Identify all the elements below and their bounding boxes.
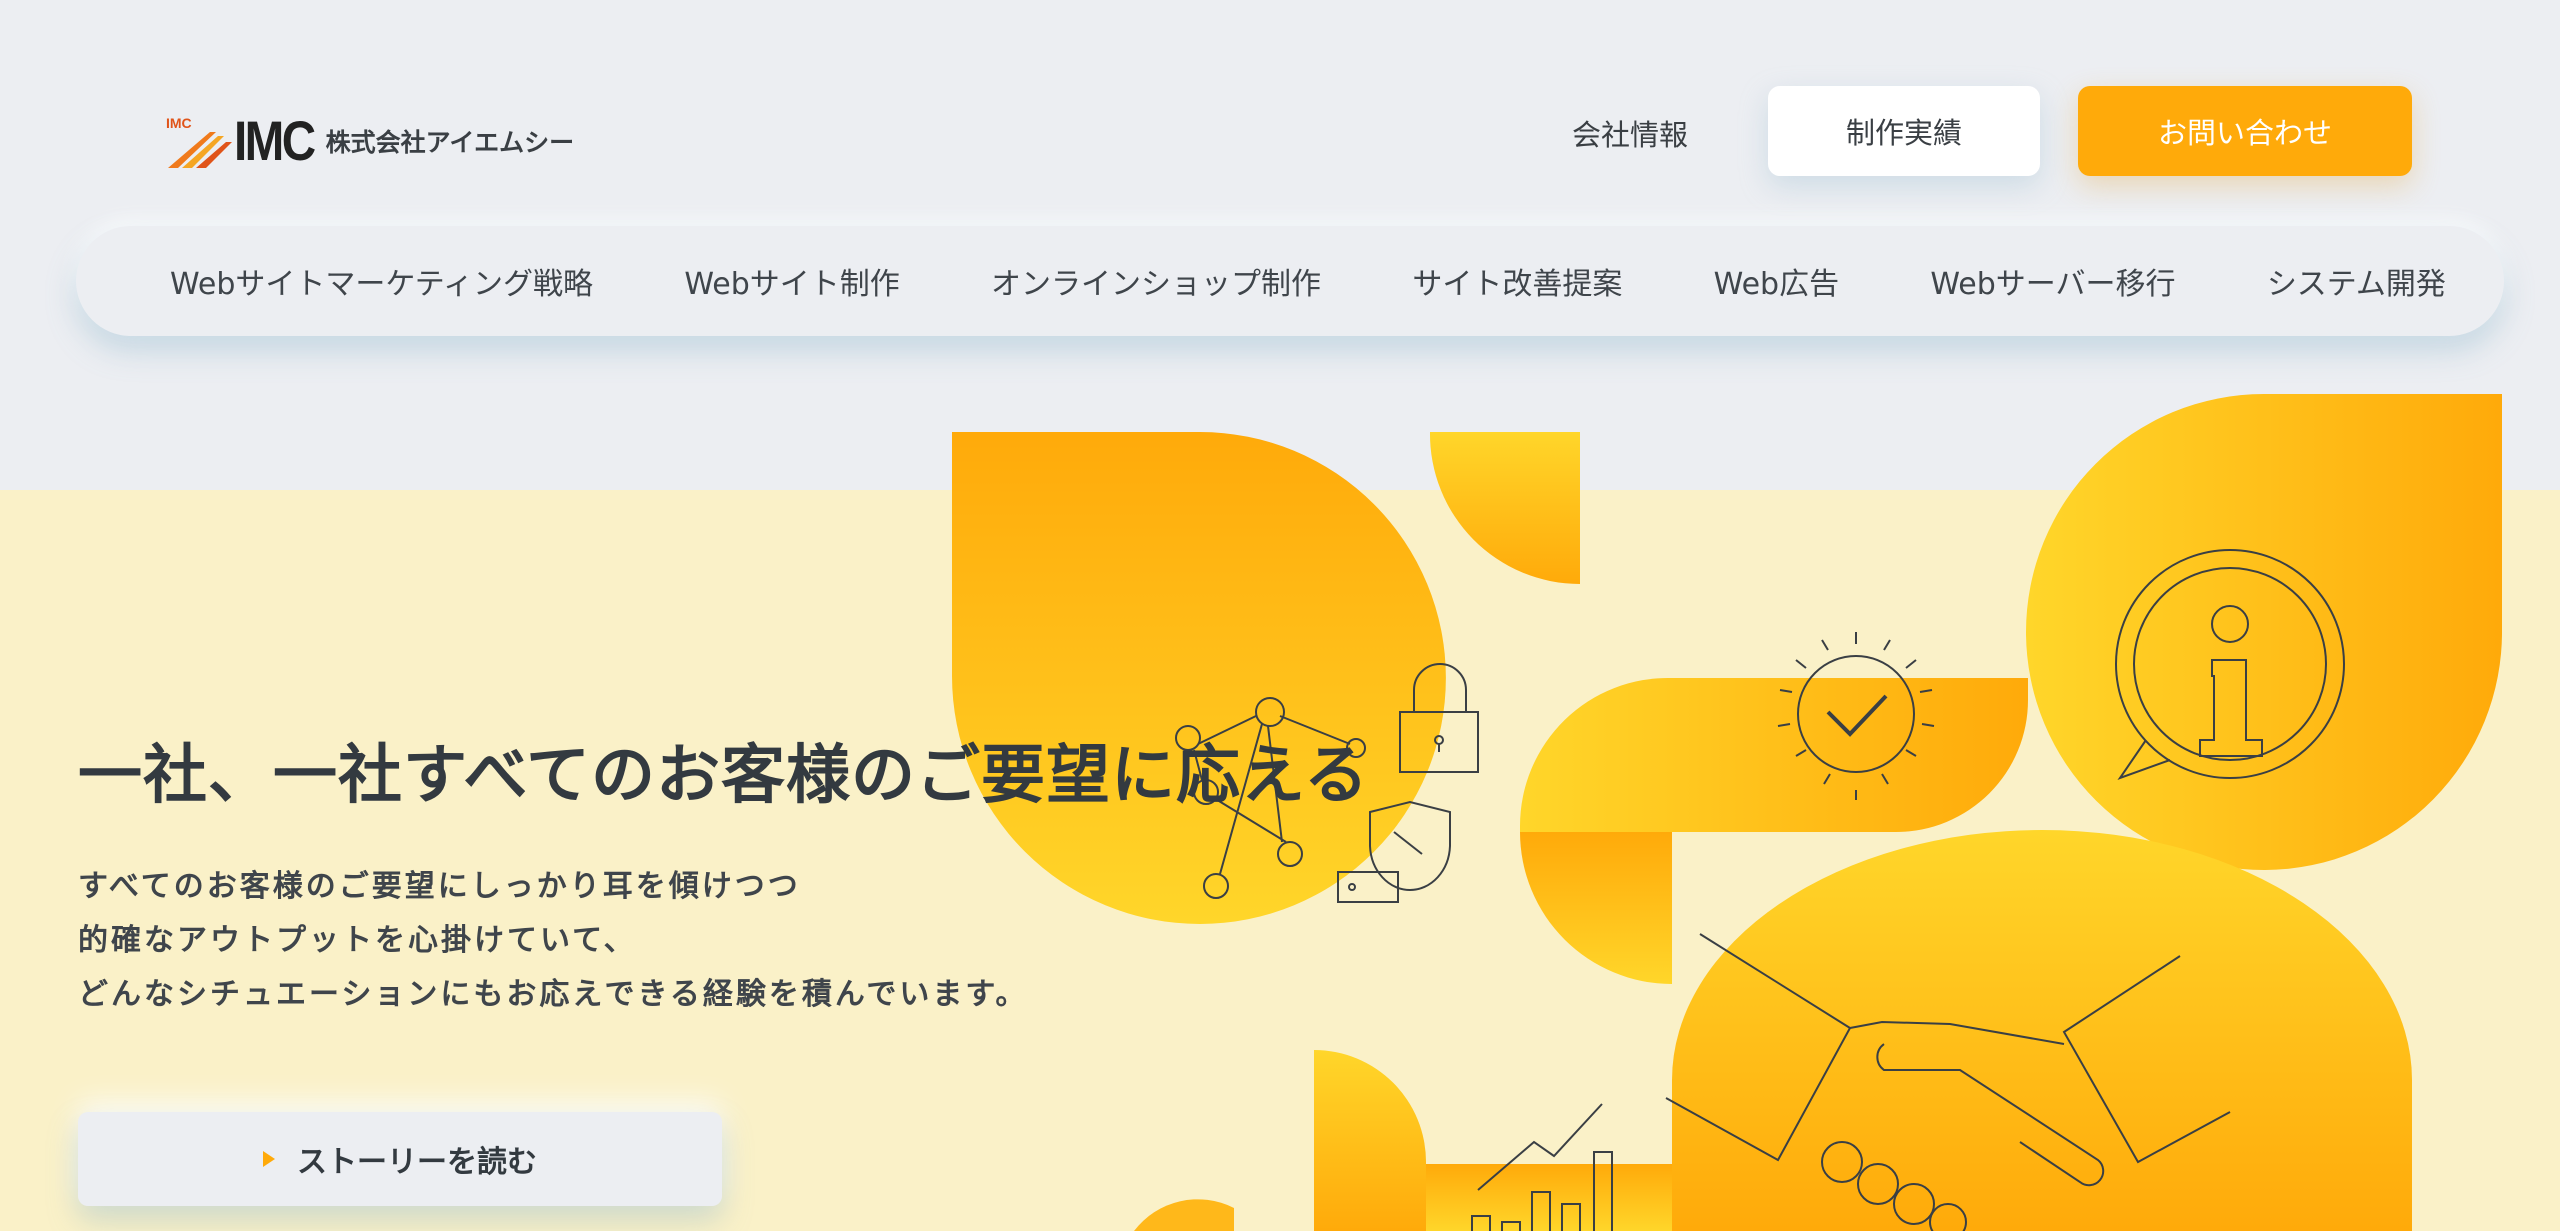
hero-lead: すべてのお客様のご要望にしっかり耳を傾けつつ 的確なアウトプットを心掛けていて、… [78, 860, 1028, 1022]
dome-shape [1672, 830, 2412, 1231]
nav-item-system-development[interactable]: システム開発 [2267, 259, 2446, 303]
service-nav: Webサイトマーケティング戦略 Webサイト制作 オンラインショップ制作 サイト… [76, 226, 2504, 336]
company-name: 株式会社アイエムシー [325, 127, 575, 157]
leaf-shape [952, 432, 1446, 924]
nav-item-site-improvement[interactable]: サイト改善提案 [1412, 259, 1622, 303]
nav-item-web-ads[interactable]: Web広告 [1714, 259, 1839, 303]
logo-mark-icon: IMC [166, 115, 232, 168]
read-story-button[interactable]: ストーリーを読む [78, 1112, 722, 1206]
hero-lead-line: 的確なアウトプットを心掛けていて、 [78, 923, 637, 958]
hero-lead-line: どんなシチュエーションにもお応えできる経験を積んでいます。 [78, 977, 1029, 1012]
hero-lead-line: すべてのお客様のご要望にしっかり耳を傾けつつ [78, 869, 801, 904]
nav-item-server-migration[interactable]: Webサーバー移行 [1930, 259, 2175, 303]
logo-badge: IMC [166, 115, 192, 131]
corner-shape [1134, 1199, 1234, 1231]
pill-shape [1520, 677, 2028, 832]
info-leaf-shape [2026, 394, 2503, 870]
company-info-link[interactable]: 会社情報 [1520, 106, 1740, 160]
nav-item-marketing[interactable]: Webサイトマーケティング戦略 [170, 259, 593, 303]
read-story-label: ストーリーを読む [297, 1145, 537, 1180]
nav-item-online-shop[interactable]: オンラインショップ制作 [991, 259, 1321, 303]
hero-title: 一社、一社すべてのお客様のご要望に応える [78, 739, 1370, 813]
hero-illustration [952, 394, 2503, 1231]
company-logo[interactable]: IMC IMC 株式会社アイエムシー [166, 108, 574, 173]
quarter-shape-2 [1520, 832, 1672, 984]
logo-wordmark: IMC [234, 109, 316, 172]
play-arrow-icon [263, 1151, 275, 1167]
contact-button[interactable]: お問い合わせ [2078, 86, 2412, 176]
small-leaf-shape [1314, 1050, 1426, 1231]
quarter-shape [1429, 432, 1580, 584]
nav-item-web-production[interactable]: Webサイト制作 [684, 259, 899, 303]
works-button[interactable]: 制作実績 [1768, 86, 2040, 176]
